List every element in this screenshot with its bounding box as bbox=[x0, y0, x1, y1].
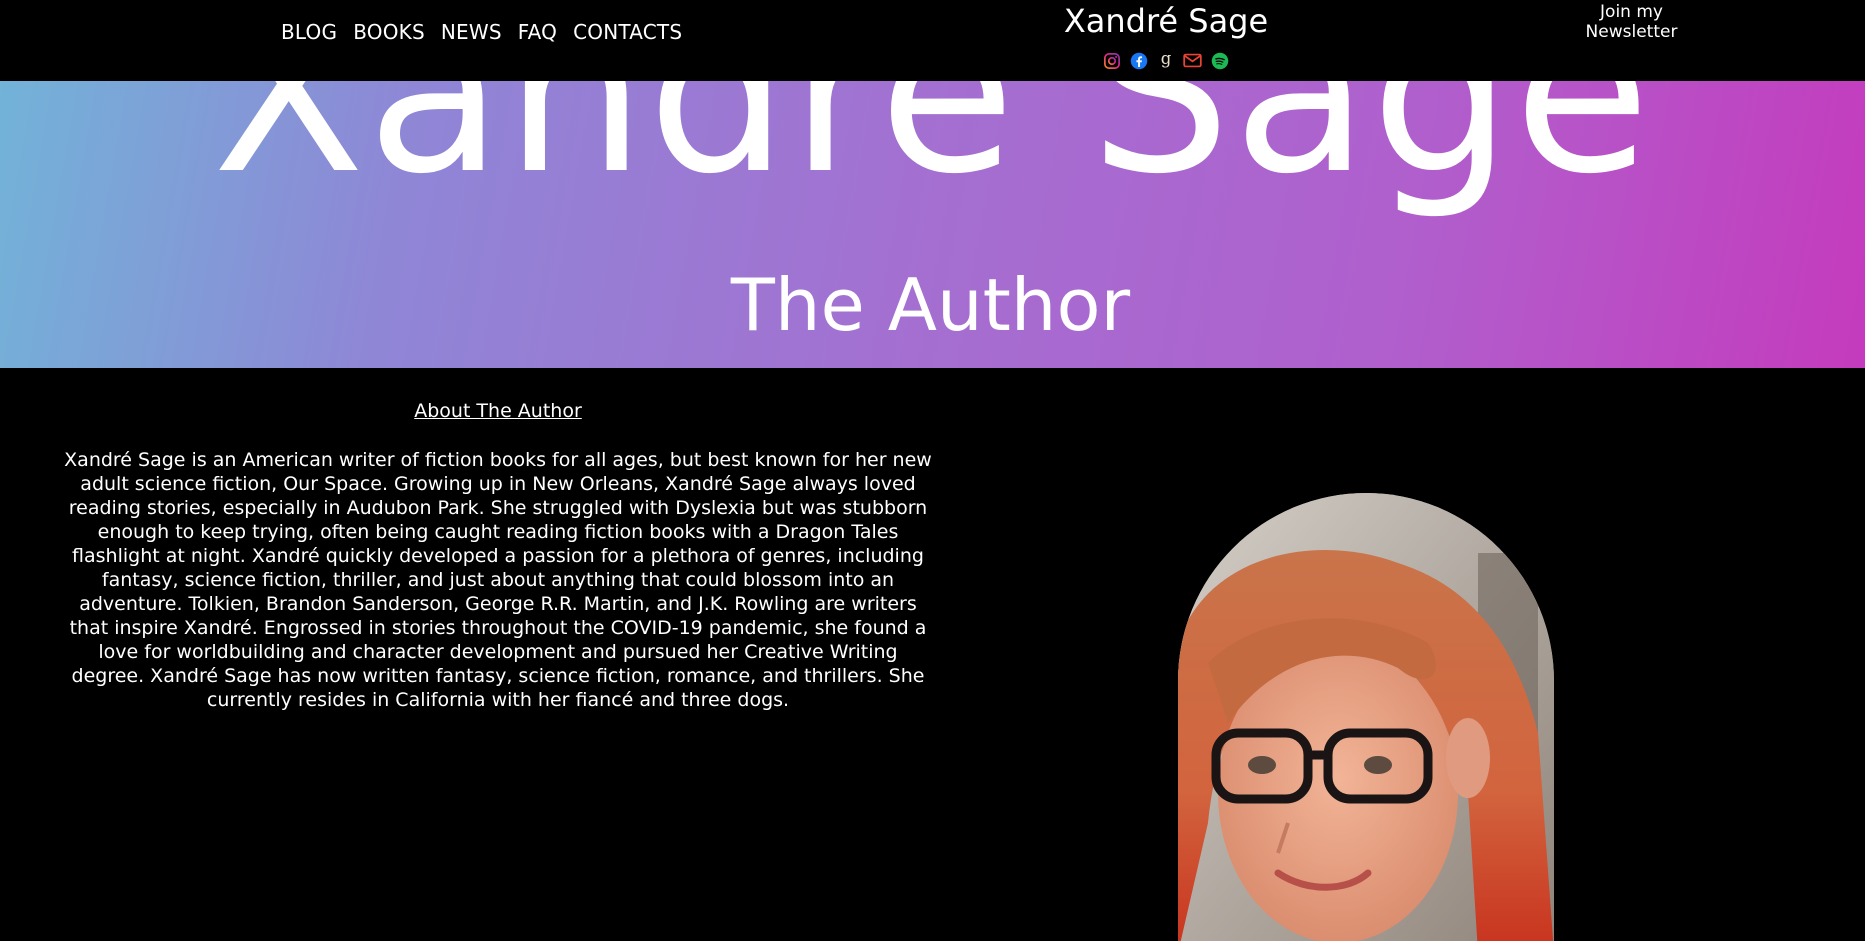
hero-title: Xandré Sage bbox=[212, 81, 1653, 223]
newsletter-link[interactable]: Join my Newsletter bbox=[1570, 2, 1693, 42]
about-body: Xandré Sage is an American writer of fic… bbox=[64, 449, 932, 711]
email-icon[interactable] bbox=[1183, 51, 1202, 70]
author-portrait-image bbox=[1178, 493, 1554, 941]
svg-text:g: g bbox=[1160, 51, 1171, 68]
instagram-icon[interactable] bbox=[1102, 51, 1121, 70]
main-nav: BLOG BOOKS NEWS FAQ CONTACTS bbox=[281, 20, 682, 44]
top-navigation-bar: BLOG BOOKS NEWS FAQ CONTACTS Xandré Sage… bbox=[0, 0, 1865, 81]
spotify-icon[interactable] bbox=[1210, 51, 1229, 70]
nav-faq-link[interactable]: FAQ bbox=[518, 20, 557, 44]
newsletter-line2: Newsletter bbox=[1585, 22, 1678, 42]
nav-news-link[interactable]: NEWS bbox=[441, 20, 502, 44]
nav-contacts-link[interactable]: CONTACTS bbox=[573, 20, 682, 44]
nav-blog-link[interactable]: BLOG bbox=[281, 20, 337, 44]
facebook-icon[interactable] bbox=[1129, 51, 1148, 70]
social-links: g bbox=[1102, 51, 1229, 70]
nav-books-link[interactable]: BOOKS bbox=[353, 20, 425, 44]
author-photo bbox=[1178, 493, 1554, 941]
newsletter-line1: Join my bbox=[1600, 2, 1663, 22]
about-heading: About The Author bbox=[414, 400, 582, 422]
goodreads-icon[interactable]: g bbox=[1156, 51, 1175, 70]
hero-banner: Xandré Sage The Author bbox=[0, 81, 1865, 368]
hero-subtitle-text: The Author bbox=[730, 263, 1131, 347]
site-title[interactable]: Xandré Sage bbox=[1046, 2, 1286, 40]
hero-subtitle: The Author bbox=[0, 269, 1865, 341]
